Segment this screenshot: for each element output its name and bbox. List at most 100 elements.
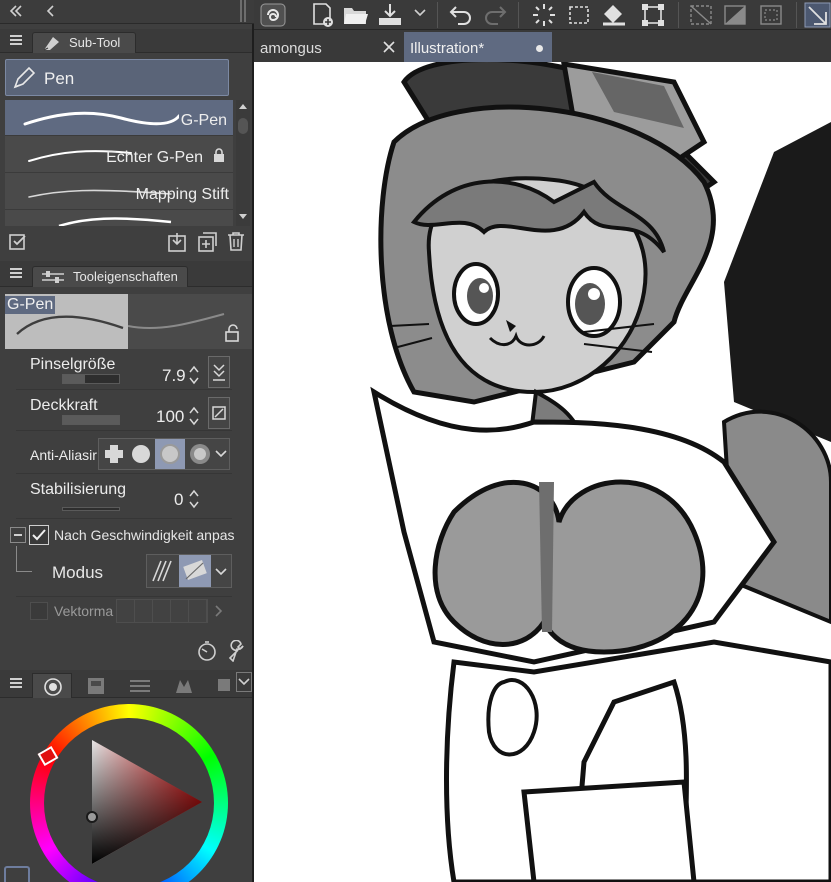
prop-brush-size: Pinselgröße 7.9 xyxy=(16,352,232,390)
mode-options xyxy=(146,554,232,588)
aa-option-none[interactable] xyxy=(101,441,127,467)
ruler-icon[interactable] xyxy=(758,3,784,27)
opacity-slider[interactable] xyxy=(62,415,120,425)
vector-checkbox[interactable] xyxy=(30,602,48,620)
timer-icon[interactable] xyxy=(196,640,218,662)
scroll-thumb[interactable] xyxy=(238,118,248,134)
collapse-panel-icon[interactable] xyxy=(8,3,24,19)
prop-opacity-label: Deckkraft xyxy=(30,397,98,414)
new-file-icon[interactable] xyxy=(310,2,336,28)
brush-size-slider[interactable] xyxy=(62,374,120,384)
brush-size-value[interactable]: 7.9 xyxy=(162,366,186,386)
chevron-down-icon[interactable] xyxy=(414,8,426,18)
mode-option-selected[interactable] xyxy=(179,555,211,587)
duplicate-subtool-icon[interactable] xyxy=(196,231,218,253)
clear-icon[interactable] xyxy=(530,2,558,28)
perspective-icon[interactable] xyxy=(804,2,831,28)
prop-vector: Vektorma xyxy=(16,596,232,626)
panel-grip[interactable] xyxy=(240,0,246,22)
tab-tool-properties[interactable]: Tooleigenschaften xyxy=(32,266,188,287)
fill-icon[interactable] xyxy=(600,2,628,28)
export-icon[interactable] xyxy=(376,2,404,28)
chevron-down-icon[interactable] xyxy=(215,449,227,459)
tab-more[interactable] xyxy=(208,675,236,697)
pressure-button[interactable] xyxy=(208,356,230,388)
aa-option-medium[interactable] xyxy=(155,439,185,469)
back-icon[interactable] xyxy=(44,3,58,19)
vector-label: Vektorma xyxy=(54,603,114,619)
opacity-effect-button[interactable] xyxy=(208,397,230,429)
opacity-value[interactable]: 100 xyxy=(156,407,184,427)
doc-tab-label: Illustration* xyxy=(410,40,485,57)
toolbar-divider xyxy=(437,2,438,28)
saturation-value-picker[interactable] xyxy=(86,811,98,823)
unlock-icon[interactable] xyxy=(224,324,240,342)
spin-arrows-icon[interactable] xyxy=(188,488,200,510)
clip-layer-icon[interactable] xyxy=(722,3,748,27)
subtool-group-pen[interactable]: Pen xyxy=(5,59,229,96)
subtool-settings-icon[interactable] xyxy=(8,232,28,252)
transform-icon[interactable] xyxy=(640,2,666,28)
undo-icon[interactable] xyxy=(448,3,474,27)
color-triangle[interactable] xyxy=(80,736,210,868)
trash-icon[interactable] xyxy=(226,230,246,252)
prop-anti-aliasing: Anti-Aliasir xyxy=(16,434,232,474)
prop-speed-adjust: Nach Geschwindigkeit anpas xyxy=(8,522,252,550)
panel-menu-icon[interactable] xyxy=(10,268,22,280)
color-swatch-corner[interactable] xyxy=(4,866,30,882)
toolbar-divider xyxy=(518,2,519,28)
command-bar xyxy=(254,0,831,30)
open-folder-icon[interactable] xyxy=(342,3,370,27)
drawing-canvas[interactable] xyxy=(254,62,831,882)
tab-color-history[interactable] xyxy=(164,675,204,697)
chevron-down-icon[interactable] xyxy=(236,672,252,692)
redo-icon[interactable] xyxy=(482,3,508,27)
brush-item-more[interactable] xyxy=(5,211,233,226)
doc-tab-illustration[interactable]: Illustration* xyxy=(404,32,552,62)
tab-color-slider[interactable] xyxy=(120,675,160,697)
stabilization-slider[interactable] xyxy=(62,507,120,511)
tab-color-wheel[interactable] xyxy=(32,673,72,698)
tab-color-set[interactable] xyxy=(76,675,116,697)
app-logo-icon[interactable] xyxy=(260,3,286,27)
chevron-right-icon[interactable] xyxy=(214,605,224,617)
brush-name: G-Pen xyxy=(178,112,229,130)
vector-options[interactable] xyxy=(116,599,208,623)
tool-properties-footer xyxy=(0,634,252,668)
panel-menu-icon[interactable] xyxy=(10,35,22,47)
scroll-down-icon[interactable] xyxy=(239,214,247,219)
download-subtool-icon[interactable] xyxy=(166,231,188,253)
stabilization-value[interactable]: 0 xyxy=(174,490,183,510)
tree-line xyxy=(16,546,32,572)
aa-option-weak[interactable] xyxy=(128,441,154,467)
prop-stabilization-label: Stabilisierung xyxy=(30,481,127,498)
subtool-group-label: Pen xyxy=(44,69,75,88)
spin-arrows-icon[interactable] xyxy=(188,405,200,427)
collapse-toggle[interactable] xyxy=(10,527,26,543)
panel-menu-icon[interactable] xyxy=(10,678,22,690)
brush-item-mapping-stift[interactable]: Mapping Stift xyxy=(5,174,233,210)
tab-subtool[interactable]: Sub-Tool xyxy=(32,32,136,53)
doc-tab-amongus[interactable]: amongus xyxy=(254,32,402,62)
document-tabbar: amongus Illustration* xyxy=(254,30,831,62)
chevron-down-icon[interactable] xyxy=(215,567,227,577)
color-tabbar xyxy=(0,670,252,698)
scroll-up-icon[interactable] xyxy=(239,104,247,109)
tool-properties-tabbar: Tooleigenschaften xyxy=(0,261,252,287)
hide-selection-icon[interactable] xyxy=(688,3,714,27)
pen-nib-icon xyxy=(41,34,63,52)
pen-icon xyxy=(11,65,37,91)
brush-list-scrollbar[interactable] xyxy=(236,100,250,226)
select-outside-icon[interactable] xyxy=(566,3,592,27)
brush-item-g-pen[interactable]: G-Pen xyxy=(5,100,233,136)
mode-option-all[interactable] xyxy=(149,557,179,585)
speed-adjust-checkbox[interactable] xyxy=(29,525,49,545)
brush-stroke-preview xyxy=(23,111,181,126)
close-icon[interactable] xyxy=(382,40,396,54)
brush-item-echter-g-pen[interactable]: Echter G-Pen xyxy=(5,137,233,173)
spin-arrows-icon[interactable] xyxy=(188,364,200,386)
brush-preview-stroke xyxy=(128,313,225,330)
subtool-tab-label: Sub-Tool xyxy=(69,35,121,50)
wrench-icon[interactable] xyxy=(226,640,248,662)
aa-option-strong[interactable] xyxy=(187,441,213,467)
